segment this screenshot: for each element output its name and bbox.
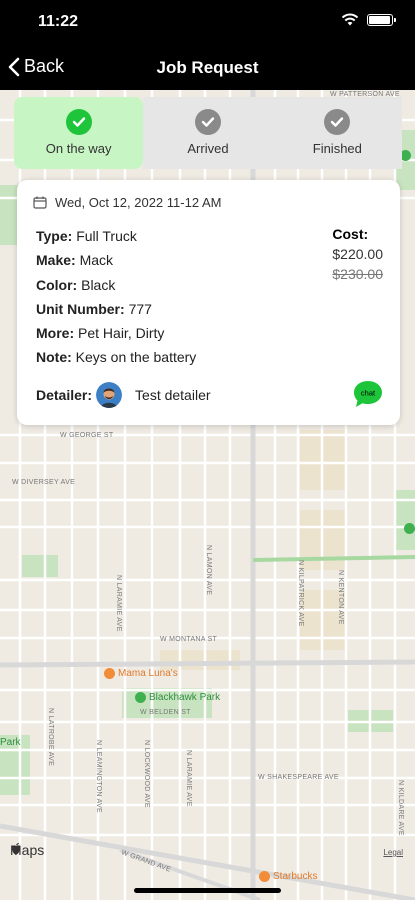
poi-blackhawk-park[interactable]: Blackhawk Park <box>135 692 220 703</box>
page-title: Job Request <box>156 58 259 77</box>
street-label: N KILDARE AVE <box>397 780 404 836</box>
poi-label: Blackhawk Park <box>149 692 221 703</box>
cost-label: Cost: <box>332 226 369 242</box>
field-label: More: <box>36 325 75 342</box>
park-icon <box>135 692 146 703</box>
street-label: N LARAMIE AVE <box>185 750 192 807</box>
field-value: Pet Hair, Dirty <box>78 325 165 342</box>
job-details-card: Wed, Oct 12, 2022 11-12 AM Type: Full Tr… <box>17 180 400 425</box>
field-more: More: Pet Hair, Dirty <box>36 321 196 345</box>
field-value: Mack <box>79 252 114 269</box>
field-value: Full Truck <box>76 228 137 244</box>
wifi-icon <box>341 13 359 26</box>
detailer-name: Test detailer <box>135 387 211 403</box>
status-time: 11:22 <box>38 13 79 30</box>
field-make: Make: Mack <box>36 248 196 272</box>
step-finished[interactable]: Finished <box>272 97 402 169</box>
original-cost-value: $230.00 <box>332 266 383 282</box>
field-unit-number: Unit Number: 777 <box>36 297 196 321</box>
check-circle-icon <box>194 109 221 135</box>
job-status-stepper: On the way Arrived Finished <box>14 97 402 169</box>
step-arrived[interactable]: Arrived <box>143 97 273 169</box>
home-indicator <box>134 888 281 893</box>
street-label: N LOCKWOOD AVE <box>143 740 150 808</box>
poi-label: Park <box>0 737 21 748</box>
top-bar: 11:22 Back Job Request <box>0 0 415 90</box>
street-label: W DIVERSEY AVE <box>12 479 76 486</box>
field-value: Black <box>81 276 116 293</box>
poi-park-marker[interactable] <box>404 523 415 534</box>
coffee-icon <box>259 871 270 882</box>
battery-icon <box>367 13 396 26</box>
cost-value: $220.00 <box>332 246 383 262</box>
avatar[interactable] <box>96 382 123 408</box>
field-label: Note: <box>36 349 72 366</box>
poi-starbucks[interactable]: Starbucks <box>259 871 317 882</box>
field-value: 777 <box>128 300 152 317</box>
chat-bubble-icon: chat <box>354 381 382 407</box>
legal-link[interactable]: Legal <box>383 848 403 857</box>
check-circle-icon <box>324 109 351 135</box>
poi-label: Starbucks <box>273 871 318 882</box>
street-label: N LAMON AVE <box>205 545 212 596</box>
job-date: Wed, Oct 12, 2022 11-12 AM <box>55 195 222 210</box>
street-label: W BELDEN ST <box>140 709 191 716</box>
chat-button[interactable]: chat <box>352 379 384 409</box>
chat-label: chat <box>361 389 376 398</box>
status-icons <box>341 13 396 26</box>
field-note: Note: Keys on the battery <box>36 345 196 369</box>
date-row: Wed, Oct 12, 2022 11-12 AM <box>33 195 221 210</box>
street-label: N LEAMINGTON AVE <box>95 740 102 814</box>
field-value: Keys on the battery <box>75 349 197 366</box>
street-label: N LATROBE AVE <box>47 708 54 767</box>
field-label: Color: <box>36 276 78 293</box>
street-label: N KENTON AVE <box>337 570 344 625</box>
cost-block: Cost: $220.00 $230.00 <box>332 224 383 284</box>
street-label: W GEORGE ST <box>60 432 114 439</box>
step-on-the-way[interactable]: On the way <box>14 97 144 169</box>
field-label: Type: <box>36 228 73 244</box>
field-type: Type: Full Truck <box>36 224 196 248</box>
poi-park[interactable]: Park <box>0 737 21 748</box>
apple-logo-icon <box>12 843 20 855</box>
calendar-icon <box>33 196 47 209</box>
detailer-label: Detailer: <box>36 387 93 403</box>
poi-mama-lunas[interactable]: Mama Luna's <box>104 668 178 679</box>
maps-logo: Maps <box>10 842 44 858</box>
field-color: Color: Black <box>36 273 196 297</box>
detailer-row: Detailer: Test detailer <box>36 382 211 408</box>
field-label: Unit Number: <box>36 300 125 317</box>
park-icon <box>404 523 415 534</box>
step-label: Finished <box>312 141 362 156</box>
street-label: N KILPATRICK AVE <box>297 560 304 627</box>
poi-label: Mama Luna's <box>118 668 178 679</box>
street-label: W MONTANA ST <box>160 636 218 643</box>
street-label: W SHAKESPEARE AVE <box>258 774 339 781</box>
field-label: Make: <box>36 252 76 269</box>
street-label: N LARAMIE AVE <box>115 575 122 632</box>
check-circle-icon <box>65 109 92 135</box>
job-info: Type: Full Truck Make: Mack Color: Black… <box>36 224 196 370</box>
step-label: Arrived <box>187 141 229 156</box>
step-label: On the way <box>45 141 112 156</box>
restaurant-icon <box>104 668 115 679</box>
